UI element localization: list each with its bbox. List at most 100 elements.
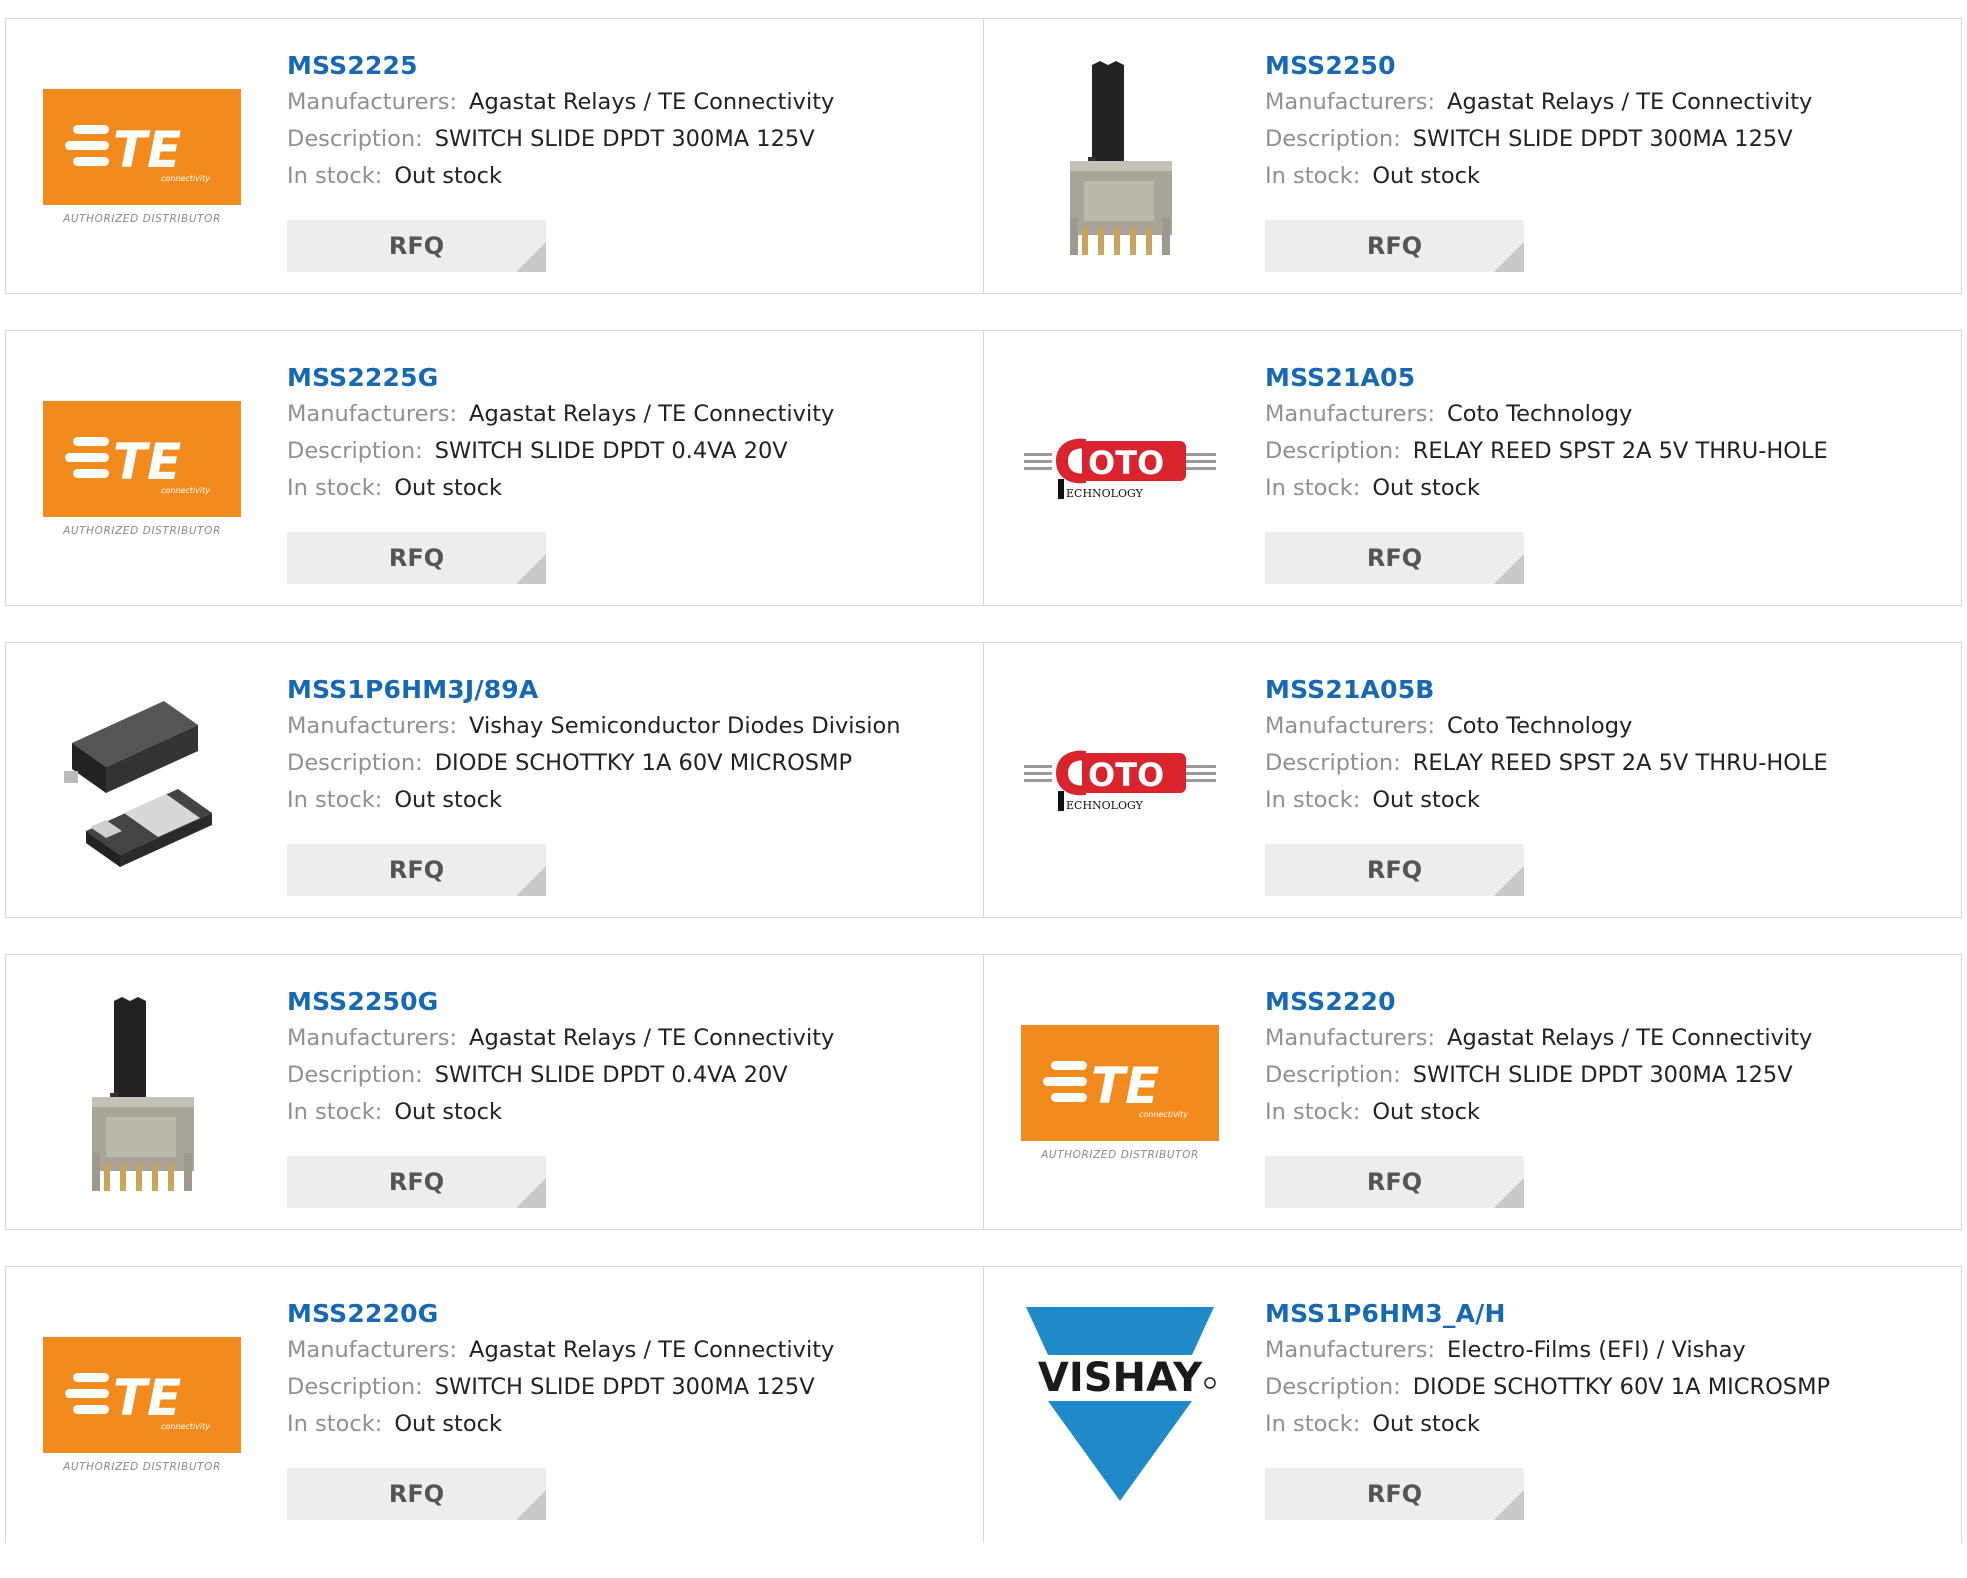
te-authorized-text: AUTHORIZED DISTRIBUTOR [1041,1149,1199,1161]
description-label: Description: [287,126,423,152]
product-image[interactable]: TE connectivity AUTHORIZED DISTRIBUTOR [42,1305,242,1505]
rfq-button[interactable]: RFQ [287,844,546,896]
product-grid: TE connectivity AUTHORIZED DISTRIBUTOR M… [5,18,1963,1578]
corner-decoration [1494,1178,1524,1208]
product-image[interactable]: TE connectivity AUTHORIZED DISTRIBUTOR [42,57,242,257]
part-number-link[interactable]: MSS2250G [287,984,973,1020]
manufacturer-value: Agastat Relays / TE Connectivity [469,401,835,427]
description-line: Description: RELAY REED SPST 2A 5V THRU-H… [1265,433,1951,470]
description-value: SWITCH SLIDE DPDT 0.4VA 20V [434,1062,788,1088]
manufacturer-label: Manufacturers: [287,1337,458,1363]
stock-line: In stock: Out stock [1265,1094,1951,1131]
description-value: SWITCH SLIDE DPDT 0.4VA 20V [434,438,788,464]
te-brand: TE [113,433,181,491]
stock-value: Out stock [1372,1099,1480,1125]
product-card: VISHAY MSS1P6HM3_A/H Manufacturers: Elect… [984,1266,1962,1543]
product-info: MSS2250 Manufacturers: Agastat Relays / T… [1265,48,1951,195]
manufacturer-line: Manufacturers: Agastat Relays / TE Connec… [287,396,973,433]
stock-line: In stock: Out stock [1265,158,1951,195]
stock-line: In stock: Out stock [1265,470,1951,507]
rfq-button[interactable]: RFQ [287,1156,546,1208]
stock-value: Out stock [394,1411,502,1437]
product-card: MSS2250G Manufacturers: Agastat Relays / … [5,954,984,1230]
description-label: Description: [1265,1062,1401,1088]
product-image[interactable]: VISHAY [1020,1305,1220,1505]
manufacturer-label: Manufacturers: [1265,1337,1436,1363]
corner-decoration [1494,242,1524,272]
product-image[interactable] [42,681,242,881]
product-card: TE connectivity AUTHORIZED DISTRIBUTOR M… [5,330,984,606]
description-label: Description: [1265,1374,1401,1400]
stock-label: In stock: [1265,1411,1361,1437]
product-image[interactable] [42,993,242,1193]
stock-line: In stock: Out stock [287,1094,973,1131]
te-sub: connectivity [161,486,210,495]
part-number-link[interactable]: MSS21A05B [1265,672,1951,708]
part-number-link[interactable]: MSS2250 [1265,48,1951,84]
manufacturer-line: Manufacturers: Agastat Relays / TE Connec… [287,1332,973,1369]
part-number-link[interactable]: MSS1P6HM3J/89A [287,672,973,708]
manufacturer-label: Manufacturers: [287,401,458,427]
product-card: MSS1P6HM3J/89A Manufacturers: Vishay Semi… [5,642,984,918]
part-number-link[interactable]: MSS2225G [287,360,973,396]
part-number-link[interactable]: MSS1P6HM3_A/H [1265,1296,1951,1332]
product-row: TE connectivity AUTHORIZED DISTRIBUTOR M… [5,18,1963,294]
product-info: MSS2225G Manufacturers: Agastat Relays / … [287,360,973,507]
product-image[interactable]: OTO ECHNOLOGY [1020,369,1220,569]
corner-decoration [516,866,546,896]
corner-decoration [516,1178,546,1208]
rfq-button[interactable]: RFQ [1265,220,1524,272]
te-authorized-text: AUTHORIZED DISTRIBUTOR [63,1461,221,1473]
part-number-link[interactable]: MSS2220G [287,1296,973,1332]
stock-line: In stock: Out stock [287,470,973,507]
coto-brand: OTO [1088,756,1164,794]
product-image[interactable] [1020,57,1220,257]
te-logo: TE connectivity AUTHORIZED DISTRIBUTOR [43,1337,241,1473]
stock-value: Out stock [394,163,502,189]
product-card: OTO ECHNOLOGY MSS21A05 Manufacturers: Cot… [984,330,1962,606]
manufacturer-value: Vishay Semiconductor Diodes Division [469,713,901,739]
product-row: TE connectivity AUTHORIZED DISTRIBUTOR M… [5,1266,1963,1543]
te-logo: TE connectivity AUTHORIZED DISTRIBUTOR [43,89,241,225]
rfq-button[interactable]: RFQ [287,1468,546,1520]
product-image[interactable]: TE connectivity AUTHORIZED DISTRIBUTOR [1020,993,1220,1193]
te-sub: connectivity [1139,1110,1188,1119]
product-info: MSS21A05B Manufacturers: Coto Technology … [1265,672,1951,819]
description-label: Description: [1265,438,1401,464]
rfq-button[interactable]: RFQ [1265,1468,1524,1520]
description-line: Description: SWITCH SLIDE DPDT 0.4VA 20V [287,1057,973,1094]
rfq-button[interactable]: RFQ [1265,532,1524,584]
manufacturer-line: Manufacturers: Vishay Semiconductor Diode… [287,708,973,745]
description-label: Description: [287,1062,423,1088]
description-value: RELAY REED SPST 2A 5V THRU-HOLE [1412,750,1828,776]
stock-value: Out stock [394,1099,502,1125]
description-label: Description: [287,1374,423,1400]
product-image[interactable]: OTO ECHNOLOGY [1020,681,1220,881]
rfq-button[interactable]: RFQ [1265,844,1524,896]
diode-package-image [64,701,212,867]
product-image[interactable]: TE connectivity AUTHORIZED DISTRIBUTOR [42,369,242,569]
part-number-link[interactable]: MSS21A05 [1265,360,1951,396]
description-line: Description: SWITCH SLIDE DPDT 300MA 125V [1265,1057,1951,1094]
coto-logo: OTO ECHNOLOGY [1024,438,1216,500]
rfq-button[interactable]: RFQ [1265,1156,1524,1208]
rfq-button[interactable]: RFQ [287,532,546,584]
manufacturer-value: Agastat Relays / TE Connectivity [1447,89,1813,115]
rfq-button[interactable]: RFQ [287,220,546,272]
description-value: RELAY REED SPST 2A 5V THRU-HOLE [1412,438,1828,464]
manufacturer-value: Coto Technology [1447,713,1633,739]
stock-value: Out stock [394,475,502,501]
description-value: SWITCH SLIDE DPDT 300MA 125V [1412,126,1793,152]
manufacturer-value: Agastat Relays / TE Connectivity [469,89,835,115]
part-number-link[interactable]: MSS2220 [1265,984,1951,1020]
manufacturer-line: Manufacturers: Agastat Relays / TE Connec… [287,84,973,121]
description-value: SWITCH SLIDE DPDT 300MA 125V [434,1374,815,1400]
product-info: MSS21A05 Manufacturers: Coto Technology D… [1265,360,1951,507]
manufacturer-value: Agastat Relays / TE Connectivity [469,1025,835,1051]
part-number-link[interactable]: MSS2225 [287,48,973,84]
product-info: MSS1P6HM3_A/H Manufacturers: Electro-Film… [1265,1296,1951,1443]
description-label: Description: [1265,750,1401,776]
product-row: MSS1P6HM3J/89A Manufacturers: Vishay Semi… [5,642,1963,918]
vishay-logo: VISHAY [1026,1307,1216,1501]
manufacturer-label: Manufacturers: [287,713,458,739]
